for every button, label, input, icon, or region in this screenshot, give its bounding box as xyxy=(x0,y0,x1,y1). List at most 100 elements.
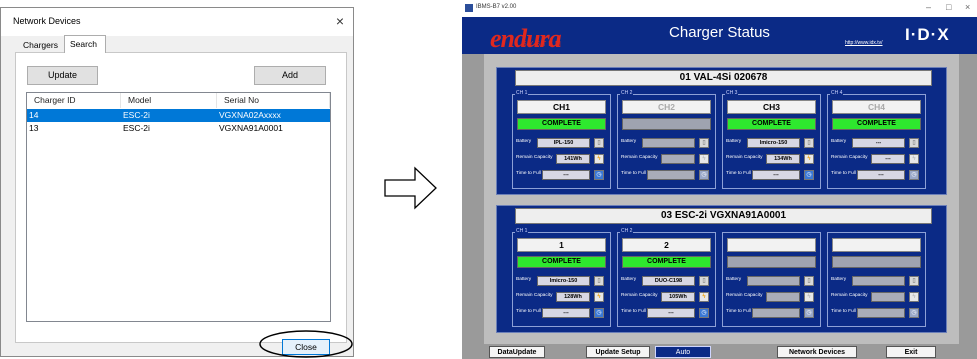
cell-model: ESC-2i xyxy=(123,110,150,120)
battery-label: Battery xyxy=(621,277,637,282)
clock-icon[interactable]: ◷ xyxy=(594,170,604,180)
column-header-charger-id[interactable]: Charger ID xyxy=(27,93,121,108)
bolt-icon: ϟ xyxy=(699,154,709,164)
app-titlebar: IBMS-B7 v2.00 – □ × xyxy=(462,0,977,17)
channel-label: CH 1 xyxy=(515,90,529,96)
bolt-icon: ϟ xyxy=(804,154,814,164)
battery-icon: ▯ xyxy=(804,138,814,148)
app-window-title: IBMS-B7 v2.00 xyxy=(476,4,517,10)
capacity-value xyxy=(766,292,800,302)
tab-search[interactable]: Search xyxy=(64,35,106,53)
remain-capacity-label: Remain Capacity xyxy=(516,155,553,160)
status-badge: COMPLETE xyxy=(517,118,606,130)
remain-capacity-label: Remain Capacity xyxy=(726,293,763,298)
bolt-icon: ϟ xyxy=(909,292,919,302)
page-title: Charger Status xyxy=(669,24,770,41)
time-to-full-label: Time to Full xyxy=(621,171,646,176)
clock-icon[interactable]: ◷ xyxy=(909,170,919,180)
battery-icon: ▯ xyxy=(909,138,919,148)
network-devices-button[interactable]: Network Devices xyxy=(777,346,857,358)
battery-icon: ▯ xyxy=(699,138,709,148)
time-to-full-label: Time to Full xyxy=(516,309,541,314)
bolt-icon: ϟ xyxy=(594,154,604,164)
battery-icon: ▯ xyxy=(594,276,604,286)
dialog-title: Network Devices xyxy=(13,16,81,26)
remain-capacity-label: Remain Capacity xyxy=(516,293,553,298)
clock-icon[interactable]: ◷ xyxy=(699,170,709,180)
channel-name: CH4 xyxy=(832,100,921,114)
table-row[interactable]: 14 ESC-2i VGXNA02Axxxx xyxy=(27,109,330,122)
battery-label: Battery xyxy=(831,139,847,144)
capacity-value: --- xyxy=(871,154,905,164)
remain-capacity-label: Remain Capacity xyxy=(831,155,868,160)
time-value: --- xyxy=(542,170,590,180)
clock-icon[interactable]: ◷ xyxy=(594,308,604,318)
time-to-full-label: Time to Full xyxy=(831,309,856,314)
remain-capacity-label: Remain Capacity xyxy=(621,155,658,160)
time-value xyxy=(857,308,905,318)
clock-icon[interactable]: ◷ xyxy=(699,308,709,318)
clock-icon[interactable]: ◷ xyxy=(804,170,814,180)
cell-serial-no: VGXNA02Axxxx xyxy=(219,110,281,120)
table-row[interactable]: 13 ESC-2i VGXNA91A0001 xyxy=(27,122,330,135)
battery-icon: ▯ xyxy=(909,276,919,286)
battery-value: IPL-150 xyxy=(537,138,590,148)
capacity-value xyxy=(871,292,905,302)
time-to-full-label: Time to Full xyxy=(621,309,646,314)
status-badge: COMPLETE xyxy=(517,256,606,268)
update-button[interactable]: Update xyxy=(27,66,98,85)
cell-charger-id: 13 xyxy=(29,123,39,133)
minimize-icon[interactable]: – xyxy=(926,2,931,12)
tab-chargers[interactable]: Chargers xyxy=(18,37,64,53)
time-value: --- xyxy=(857,170,905,180)
ibms-app-window: IBMS-B7 v2.00 – □ × endura SYSTEM Charge… xyxy=(462,0,977,359)
cell-serial-no: VGXNA91A0001 xyxy=(219,123,283,133)
time-to-full-label: Time to Full xyxy=(831,171,856,176)
capacity-value: 141Wh xyxy=(556,154,590,164)
battery-icon: ▯ xyxy=(594,138,604,148)
cell-charger-id: 14 xyxy=(29,110,39,120)
battery-value: DUO-C198 xyxy=(642,276,695,286)
column-header-serial-no[interactable]: Serial No xyxy=(217,93,330,108)
bolt-icon: ϟ xyxy=(909,154,919,164)
group-title: 03 ESC-2i VGXNA91A0001 xyxy=(515,208,932,224)
clock-icon[interactable]: ◷ xyxy=(804,308,814,318)
channel-label: CH 4 xyxy=(830,90,844,96)
cell-model: ESC-2i xyxy=(123,123,150,133)
data-update-button[interactable]: DataUpdate xyxy=(489,346,545,358)
status-badge: COMPLETE xyxy=(832,118,921,130)
website-link[interactable]: http://www.idx.tv/ xyxy=(845,40,883,46)
remain-capacity-label: Remain Capacity xyxy=(621,293,658,298)
highlight-ellipse xyxy=(259,330,353,358)
battery-value: --- xyxy=(852,138,905,148)
channel-name xyxy=(832,238,921,252)
add-button[interactable]: Add xyxy=(254,66,326,85)
channel-name: 1 xyxy=(517,238,606,252)
endura-logo-subtitle: SYSTEM xyxy=(522,41,563,48)
status-badge xyxy=(622,118,711,130)
bolt-icon: ϟ xyxy=(594,292,604,302)
close-icon[interactable]: × xyxy=(331,12,349,30)
dialog-titlebar: Network Devices × xyxy=(1,8,353,36)
battery-icon: ▯ xyxy=(699,276,709,286)
battery-value: Imicro-150 xyxy=(537,276,590,286)
clock-icon[interactable]: ◷ xyxy=(909,308,919,318)
right-arrow-icon xyxy=(384,166,437,210)
maximize-icon[interactable]: □ xyxy=(946,2,951,12)
app-icon xyxy=(465,4,473,12)
battery-label: Battery xyxy=(516,277,532,282)
auto-button[interactable]: Auto xyxy=(655,346,711,358)
capacity-value: 128Wh xyxy=(556,292,590,302)
column-header-model[interactable]: Model xyxy=(121,93,217,108)
time-value xyxy=(647,170,695,180)
close-window-icon[interactable]: × xyxy=(965,2,970,12)
channel-label: CH 1 xyxy=(515,228,529,234)
exit-button[interactable]: Exit xyxy=(886,346,936,358)
battery-value xyxy=(747,276,800,286)
update-setup-button[interactable]: Update Setup xyxy=(586,346,650,358)
channel-name: 2 xyxy=(622,238,711,252)
charger-list[interactable]: Charger ID Model Serial No 14 ESC-2i VGXNA… xyxy=(26,92,331,322)
status-badge: COMPLETE xyxy=(727,118,816,130)
battery-label: Battery xyxy=(726,277,742,282)
bolt-icon: ϟ xyxy=(804,292,814,302)
